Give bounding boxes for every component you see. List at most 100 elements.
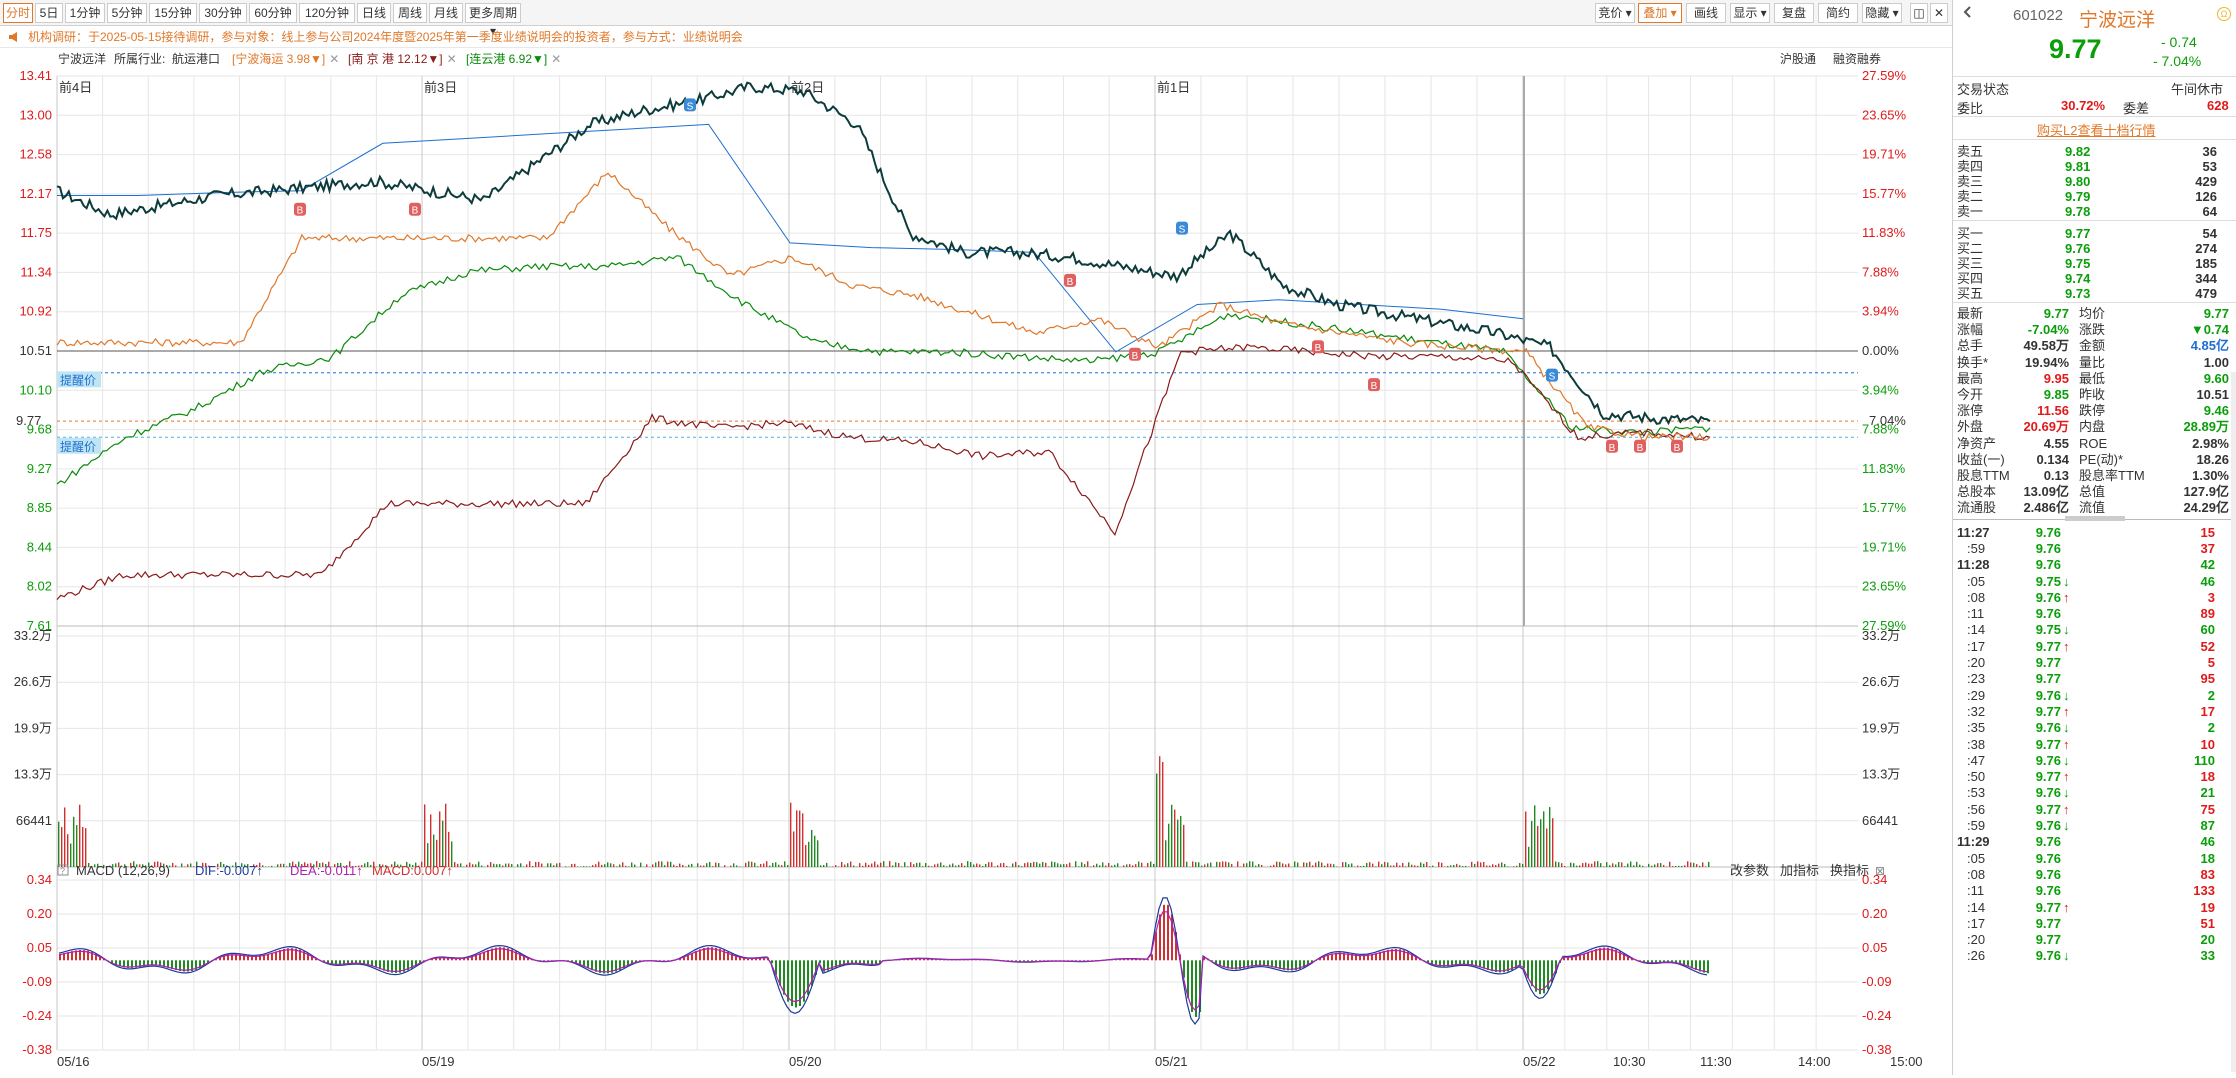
trade-marker-buy[interactable]: B	[1634, 440, 1646, 454]
level-badge-icon[interactable]: Ω	[2217, 7, 2231, 21]
period-tab-4[interactable]: 15分钟	[149, 3, 197, 23]
tick-row[interactable]: :269.76↓33	[1953, 947, 2236, 964]
tool-0[interactable]: 竞价 ▾	[1595, 3, 1635, 23]
tool-5[interactable]: 简约	[1818, 3, 1858, 23]
tick-row[interactable]: :089.76↑3	[1953, 589, 2236, 606]
tick-row[interactable]: :209.775	[1953, 654, 2236, 671]
period-tab-3[interactable]: 5分钟	[107, 3, 147, 23]
stat-value: 2.98%	[2192, 435, 2229, 452]
tick-row[interactable]: :539.76↓21	[1953, 784, 2236, 801]
trade-marker-buy[interactable]: B	[1312, 340, 1324, 354]
trade-marker-sell[interactable]: S	[1176, 222, 1188, 236]
industry-value[interactable]: 航运港口	[172, 48, 220, 70]
vol-tick-right: 13.3万	[1862, 767, 1900, 782]
compare-close-icon[interactable]: ✕	[329, 52, 339, 66]
tick-row[interactable]: :599.7637	[1953, 540, 2236, 557]
industry-label: 所属行业:	[114, 48, 165, 70]
tick-time: :05	[1967, 850, 1985, 867]
tick-price: 9.75	[2036, 621, 2061, 638]
trade-marker-buy[interactable]: B	[1606, 440, 1618, 454]
tool-2[interactable]: 画线	[1686, 3, 1726, 23]
tick-row[interactable]: :149.77↑19	[1953, 899, 2236, 916]
tick-row[interactable]: :479.76↓110	[1953, 752, 2236, 769]
tick-row[interactable]: :599.76↓87	[1953, 817, 2236, 834]
compare-close-icon[interactable]: ✕	[551, 52, 561, 66]
trade-marker-buy[interactable]: B	[1064, 274, 1076, 288]
tool-6[interactable]: 隐藏 ▾	[1862, 3, 1902, 23]
trade-marker-buy[interactable]: B	[1129, 348, 1141, 362]
tick-row[interactable]: :119.76133	[1953, 882, 2236, 899]
period-tab-11[interactable]: 更多周期 ▾	[465, 3, 521, 23]
trade-marker-buy[interactable]: B	[409, 203, 421, 217]
compare-stock-0[interactable]: [宁波海运 3.98▼]✕	[232, 48, 339, 70]
tick-row[interactable]: :149.75↓60	[1953, 621, 2236, 638]
tick-row[interactable]: :389.77↑10	[1953, 736, 2236, 753]
tick-row[interactable]: :179.77↑52	[1953, 638, 2236, 655]
notice-text[interactable]: 机构调研：于2025-05-15接待调研，参与对象：线上参与公司2024年度暨2…	[28, 30, 743, 44]
period-tab-7[interactable]: 120分钟	[299, 3, 355, 23]
close-icon[interactable]: ✕	[1930, 3, 1948, 23]
marker-letter: B	[1371, 381, 1378, 392]
tick-row[interactable]: :509.77↑18	[1953, 768, 2236, 785]
ticks-scroll-handle[interactable]	[2065, 516, 2125, 521]
trade-marker-sell[interactable]: S	[684, 98, 696, 112]
intraday-chart[interactable]: 13.4113.0012.5812.1711.7511.3410.9210.51…	[0, 70, 1952, 1075]
macd-tool-1[interactable]: 加指标	[1780, 863, 1819, 878]
price-tick: 12.17	[19, 186, 52, 201]
tick-row[interactable]: :299.76↓2	[1953, 687, 2236, 704]
tick-row[interactable]: :239.7795	[1953, 670, 2236, 687]
macd-tool-0[interactable]: 改参数	[1730, 863, 1769, 878]
tick-row[interactable]: :089.7683	[1953, 866, 2236, 883]
tool-4[interactable]: 复盘	[1774, 3, 1814, 23]
chart-area[interactable]: 13.4113.0012.5812.1711.7511.3410.9210.51…	[0, 70, 1952, 1075]
compare-stock-2[interactable]: [连云港 6.92▼]✕	[466, 48, 561, 70]
period-tab-1[interactable]: 5日	[35, 3, 63, 23]
tick-row[interactable]: 11:289.7642	[1953, 556, 2236, 573]
alert-price-tag[interactable]: 提醒价	[57, 371, 101, 387]
tool-1[interactable]: 叠加 ▾	[1638, 3, 1682, 23]
period-tab-0[interactable]: 分时	[3, 3, 33, 23]
restore-window-icon[interactable]: ◫	[1910, 3, 1928, 23]
tick-volume: 2	[2208, 687, 2215, 704]
trade-marker-buy[interactable]: B	[1671, 440, 1683, 454]
tick-row[interactable]: :119.7689	[1953, 605, 2236, 622]
tick-row[interactable]: :329.77↑17	[1953, 703, 2236, 720]
period-tab-2[interactable]: 1分钟	[65, 3, 105, 23]
compare-close-icon[interactable]: ✕	[447, 52, 457, 66]
tick-row[interactable]: :209.7720	[1953, 931, 2236, 948]
alert-price-tag[interactable]: 提醒价	[57, 438, 101, 454]
compare-stock-1[interactable]: [南 京 港 12.12▼]✕	[348, 48, 457, 70]
tick-row[interactable]: :059.75↓46	[1953, 573, 2236, 590]
tick-row[interactable]: 11:299.7646	[1953, 833, 2236, 850]
period-tab-10[interactable]: 月线	[429, 3, 463, 23]
trade-marker-buy[interactable]: B	[294, 203, 306, 217]
tick-row[interactable]: :059.7618	[1953, 850, 2236, 867]
tick-row[interactable]: :179.7751	[1953, 915, 2236, 932]
arrow-left-icon[interactable]	[1963, 6, 1971, 18]
tool-3[interactable]: 显示 ▾	[1730, 3, 1770, 23]
l2-purchase-link[interactable]: 购买L2查看十档行情	[2037, 120, 2155, 139]
tick-row[interactable]: 11:279.7615	[1953, 524, 2236, 541]
stat-value: 10.51	[2196, 386, 2229, 403]
tick-time: :56	[1967, 801, 1985, 818]
period-tab-5[interactable]: 30分钟	[199, 3, 247, 23]
marker-letter: B	[1674, 443, 1681, 454]
stat-value: 20.69万	[2023, 418, 2069, 435]
tick-row[interactable]: :359.76↓2	[1953, 719, 2236, 736]
date-label: 10:30	[1613, 1054, 1646, 1069]
tick-time: :05	[1967, 573, 1985, 590]
tick-time: :47	[1967, 752, 1985, 769]
tick-row[interactable]: :569.77↑75	[1953, 801, 2236, 818]
macd-tick-right: -0.09	[1862, 974, 1892, 989]
period-tab-6[interactable]: 60分钟	[249, 3, 297, 23]
link-hgt[interactable]: 沪股通	[1780, 48, 1816, 70]
period-tab-8[interactable]: 日线	[357, 3, 391, 23]
ask-row[interactable]: 卖一9.7864	[1953, 203, 2236, 220]
trade-marker-buy[interactable]: B	[1368, 378, 1380, 392]
stat-row: 涨幅-7.04%涨跌▼0.74	[1953, 321, 2236, 338]
bid-row[interactable]: 买五9.73479	[1953, 285, 2236, 302]
stat-value: 28.89万	[2183, 418, 2229, 435]
link-margin[interactable]: 融资融券	[1833, 48, 1881, 70]
period-tab-9[interactable]: 周线	[393, 3, 427, 23]
trade-marker-sell[interactable]: S	[1546, 369, 1558, 383]
